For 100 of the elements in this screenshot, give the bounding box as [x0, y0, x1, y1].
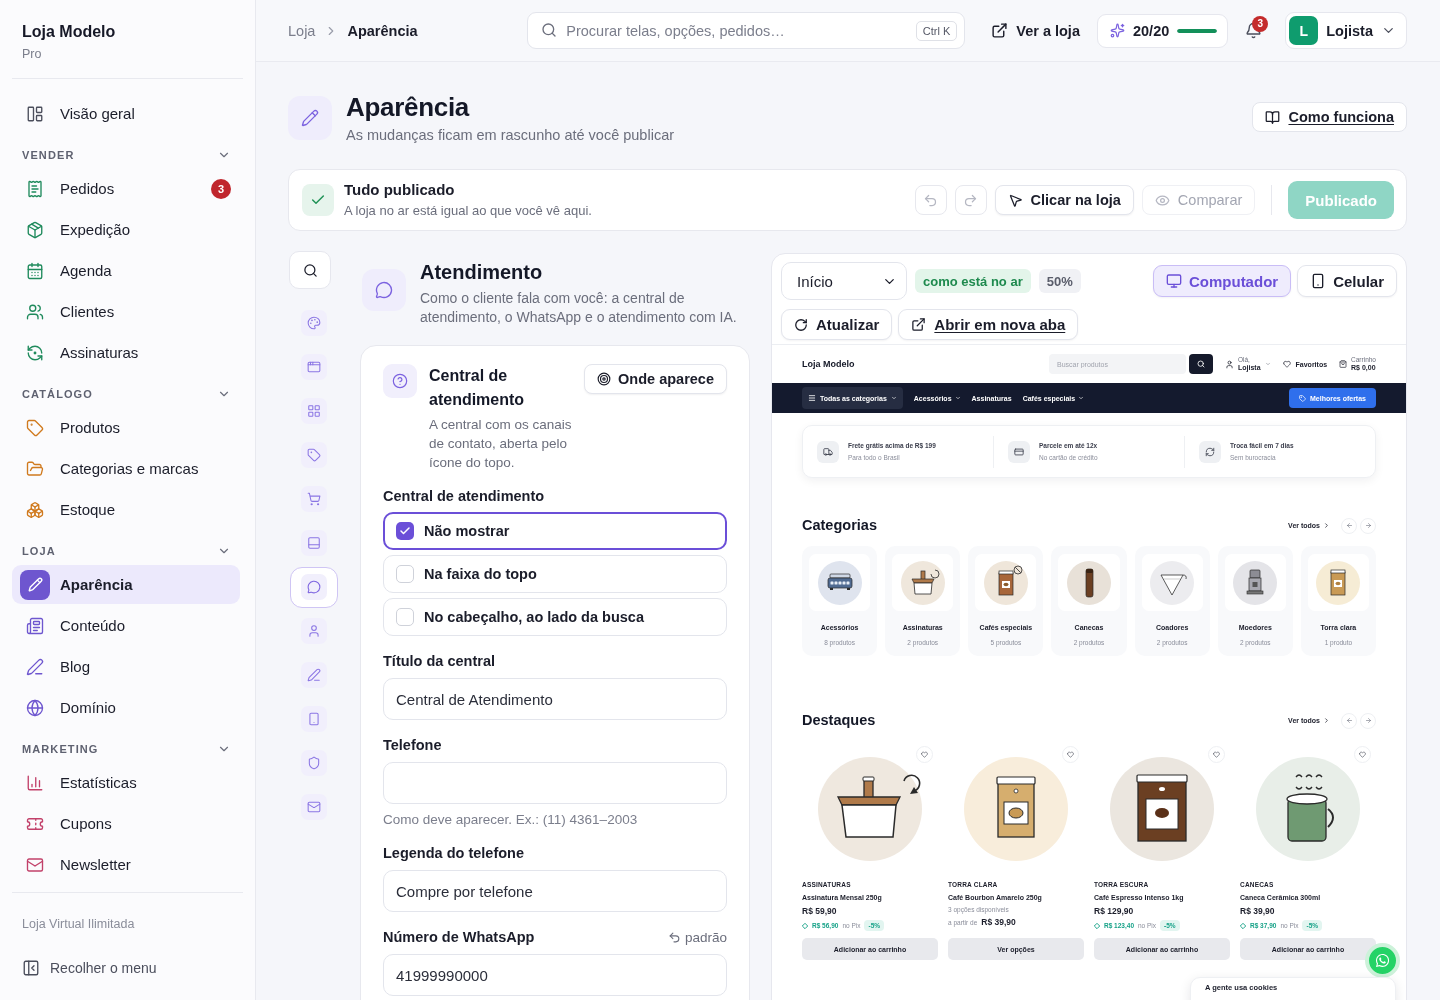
text-field[interactable]: Central de Atendimento [383, 678, 727, 720]
nav-item[interactable]: Agenda [12, 251, 240, 290]
section-button[interactable] [301, 662, 327, 688]
user-icon [307, 624, 321, 638]
panel-icon [307, 536, 321, 550]
checkbox[interactable] [396, 522, 414, 540]
mail-icon [26, 855, 44, 874]
collapse-menu-button[interactable]: Recolher o menu [22, 950, 157, 986]
click-in-store-button[interactable]: Clicar na loja [994, 185, 1134, 215]
next-button[interactable] [1360, 517, 1376, 534]
card-title: Central de atendimento [429, 366, 526, 410]
favorite-button[interactable] [1354, 746, 1371, 763]
shortcut-key: Ctrl K [915, 21, 958, 41]
checkbox[interactable] [396, 608, 414, 626]
section-header[interactable]: LOJA [0, 531, 255, 563]
section-button[interactable] [301, 530, 327, 556]
collapse-sidebar-icon [22, 959, 40, 977]
choice-option[interactable]: No cabeçalho, ao lado da busca [383, 598, 727, 636]
credit-card-icon [1008, 440, 1030, 463]
user-menu-button[interactable]: L Lojista [1285, 12, 1407, 49]
device-toggle[interactable]: Celular [1297, 265, 1397, 297]
favorite-button[interactable] [916, 746, 933, 763]
nav-item[interactable]: Blog [12, 647, 240, 686]
store-name: Loja Modelo [22, 22, 117, 42]
chat-button[interactable] [1365, 943, 1400, 978]
next-button[interactable] [1360, 712, 1376, 729]
coffee-bag-drawing [983, 560, 1028, 605]
choice-option[interactable]: Na faixa do topo [383, 555, 727, 593]
search-button[interactable] [289, 251, 331, 289]
shield-icon [307, 756, 321, 770]
external-link-icon [911, 317, 927, 332]
bar-chart-icon [26, 773, 44, 792]
nav-item[interactable]: Categorias e marcas [12, 449, 240, 488]
field-label: Título da central [383, 652, 495, 670]
page-select[interactable]: Início [781, 262, 907, 300]
caret-down-icon [1078, 395, 1085, 401]
nav-item[interactable]: Aparência [12, 565, 240, 604]
open-in-new-tab-link[interactable]: Abrir em nova aba [898, 309, 1079, 340]
nav-item[interactable]: Estoque [12, 490, 240, 529]
text-field[interactable]: Compre por telefone [383, 870, 727, 912]
previous-button[interactable] [1341, 517, 1357, 534]
checkbox[interactable] [396, 565, 414, 583]
section-button[interactable] [301, 750, 327, 776]
section-button[interactable] [290, 566, 338, 608]
filter-cone-drawing [1150, 560, 1195, 605]
nav-item[interactable]: Conteúdo [12, 606, 240, 645]
refresh-button[interactable]: Atualizar [781, 309, 893, 340]
section-button[interactable] [301, 618, 327, 644]
section-button[interactable] [301, 442, 327, 468]
nav-item[interactable]: Clientes [12, 292, 240, 331]
section-button[interactable] [301, 310, 327, 336]
breadcrumb-link[interactable]: Loja [288, 22, 316, 39]
nav-item[interactable]: Newsletter [12, 845, 240, 884]
section-heading: Destaques [802, 712, 876, 729]
choice-option[interactable]: Não mostrar [383, 512, 727, 550]
previous-button[interactable] [1341, 712, 1357, 729]
nav-item[interactable]: Estatísticas [12, 763, 240, 802]
section-button[interactable] [301, 794, 327, 820]
nav-item[interactable]: Assinaturas [12, 333, 240, 372]
favorite-button[interactable] [1208, 746, 1225, 763]
plan-label: Pro [22, 46, 43, 62]
grinder-drawing [1233, 560, 1278, 605]
reset-default-link[interactable]: padrão [667, 929, 727, 945]
globe-icon [26, 698, 44, 717]
nav-item[interactable]: Cupons [12, 804, 240, 843]
where-it-appears-button[interactable]: Onde aparece [584, 364, 727, 394]
diamond-icon [802, 922, 808, 929]
status-text: A loja no ar está igual ao que você vê aqui. [344, 203, 592, 219]
notifications-button[interactable]: 3 [1238, 13, 1269, 48]
basket-drawing [900, 560, 945, 605]
text-field[interactable]: 41999990000 [383, 954, 727, 996]
section-title: Atendimento [420, 261, 544, 283]
section-button[interactable] [301, 354, 327, 380]
section-header[interactable]: VENDER [0, 135, 255, 167]
section-button[interactable] [301, 486, 327, 512]
field-label: Telefone [383, 736, 442, 754]
nav-item[interactable]: Produtos [12, 408, 240, 447]
external-link-icon [991, 22, 1009, 39]
nav-item[interactable]: Expedição [12, 210, 240, 249]
section-button[interactable] [301, 398, 327, 424]
count-badge: 3 [1252, 15, 1269, 32]
how-it-works-button[interactable]: Como funciona [1252, 102, 1407, 132]
view-store-link[interactable]: Ver a loja [991, 22, 1080, 39]
search-button[interactable] [1189, 354, 1213, 374]
section-header[interactable]: CATÁLOGO [0, 374, 255, 406]
device-toggle[interactable]: Computador [1152, 265, 1292, 297]
text-field[interactable] [383, 762, 727, 804]
field-hint: Como deve aparecer. Ex.: (11) 4361–2003 [383, 812, 639, 828]
heart-icon [1282, 360, 1291, 368]
favorite-button[interactable] [1062, 746, 1079, 763]
diamond-icon [1094, 922, 1100, 929]
section-button[interactable] [301, 706, 327, 732]
nav-item[interactable]: Pedidos 3 [12, 169, 240, 208]
layout-icon [26, 104, 44, 123]
nav-item[interactable]: Visão geral [12, 94, 240, 133]
heart-icon [1359, 751, 1366, 758]
nav-item[interactable]: Domínio [12, 688, 240, 727]
section-header[interactable]: MARKETING [0, 729, 255, 761]
chat-bubble-icon [1375, 953, 1390, 968]
product-price: R$ 39,90 [1240, 906, 1276, 916]
